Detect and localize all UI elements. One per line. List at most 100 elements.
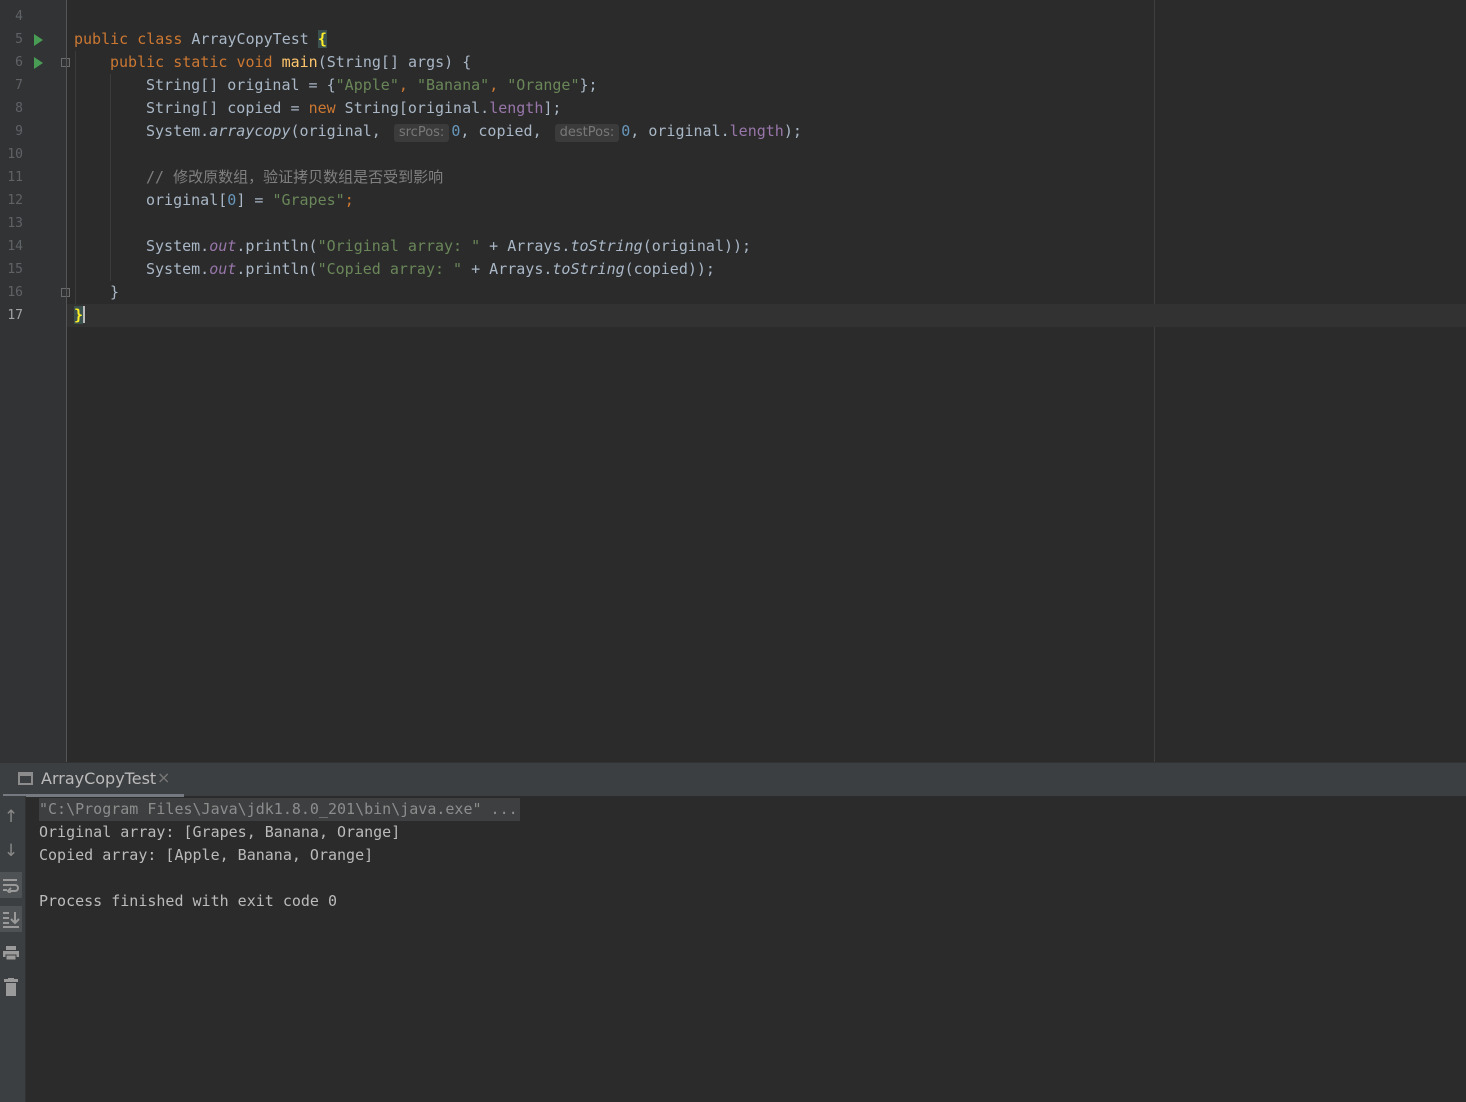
comma: , [398, 76, 417, 94]
line-number: 4 [15, 9, 23, 24]
static-method-call: arraycopy [209, 122, 291, 140]
console-line: "C:\Program Files\Java\jdk1.8.0_201\bin\… [39, 798, 520, 821]
console-window-icon [18, 772, 33, 785]
console-line: Process finished with exit code 0 [39, 892, 338, 910]
up-arrow-icon[interactable]: ↑ [0, 804, 22, 830]
string-literal: "Grapes" [272, 191, 345, 209]
number-literal: 0 [621, 122, 631, 140]
matched-brace: } [74, 306, 84, 324]
static-field: out [209, 260, 237, 278]
string-literal: "Orange" [507, 76, 580, 94]
code-line-14: System.out.println("Original array: " + … [146, 235, 751, 258]
code-text: (String[] args) { [317, 53, 472, 71]
parameter-hint: destPos: [554, 124, 620, 142]
parameter-hint: srcPos: [393, 124, 450, 142]
console-line: Copied array: [Apple, Banana, Orange] [39, 846, 374, 864]
number-literal: 0 [451, 122, 461, 140]
code-line-7: String[] original = {"Apple", "Banana", … [146, 74, 598, 97]
console-output[interactable]: "C:\Program Files\Java\jdk1.8.0_201\bin\… [39, 798, 520, 913]
code-text: String[] original = { [146, 76, 336, 94]
command-line[interactable]: "C:\Program Files\Java\jdk1.8.0_201\bin\… [39, 798, 520, 821]
code-text: , copied, [460, 122, 551, 140]
keyword: class [137, 30, 183, 48]
keyword: public [74, 30, 129, 48]
soft-wrap-icon[interactable] [0, 872, 22, 898]
trash-icon[interactable] [0, 974, 22, 1000]
field-reference: length [489, 99, 544, 117]
indent-guide [110, 74, 111, 281]
static-field: out [209, 237, 237, 255]
code-line-8: String[] copied = new String[original.le… [146, 97, 561, 120]
line-number: 10 [7, 147, 23, 162]
active-tab-indicator [3, 794, 184, 797]
line-number: 6 [15, 55, 23, 70]
code-text: ] = [236, 191, 273, 209]
current-line-highlight [67, 304, 1466, 327]
print-icon[interactable] [0, 940, 22, 966]
comma: , [489, 76, 508, 94]
scroll-to-end-icon[interactable] [0, 906, 22, 932]
code-editor[interactable]: 4 5 6 7 8 9 10 11 12 13 14 15 16 17 publ… [0, 0, 1466, 762]
down-arrow-icon[interactable]: ↓ [0, 838, 22, 864]
code-text: + Arrays. [480, 237, 571, 255]
code-text: System. [146, 260, 210, 278]
code-text: String[original. [335, 99, 490, 117]
line-number-current: 17 [7, 308, 23, 323]
code-text: .println( [236, 260, 318, 278]
line-number: 11 [7, 170, 23, 185]
close-icon[interactable]: × [157, 768, 170, 787]
code-line-17: } [74, 304, 86, 327]
code-text: original[ [146, 191, 228, 209]
code-text: ]; [543, 99, 562, 117]
run-main-icon[interactable] [34, 57, 43, 69]
static-method-call: toString [570, 237, 643, 255]
run-tab-bar: ArrayCopyTest × [0, 762, 1466, 797]
static-method-call: toString [552, 260, 625, 278]
code-text: (copied)); [624, 260, 715, 278]
run-tab-title: ArrayCopyTest [41, 769, 157, 788]
code-line-9: System.arraycopy(original, srcPos: 0, cop… [146, 120, 802, 143]
class-name: ArrayCopyTest [191, 30, 309, 48]
matched-brace: { [317, 30, 327, 48]
run-tab[interactable]: ArrayCopyTest × [0, 763, 184, 797]
line-number: 9 [15, 124, 23, 139]
code-line-6: public static void main(String[] args) { [110, 51, 471, 74]
field-reference: length [729, 122, 784, 140]
string-literal: "Banana" [416, 76, 490, 94]
text-caret [83, 306, 86, 323]
run-tool-window: ArrayCopyTest × ↑ ↓ "C:\Program Files\Ja… [0, 762, 1466, 1102]
code-text: (original, [290, 122, 390, 140]
code-text: + Arrays. [462, 260, 553, 278]
string-literal: "Apple" [335, 76, 399, 94]
code-line-11: // 修改原数组，验证拷贝数组是否受到影响 [146, 166, 443, 189]
code-line-5: public class ArrayCopyTest { [74, 28, 327, 51]
code-text: }; [579, 76, 598, 94]
keyword: public [110, 53, 165, 71]
code-text: System. [146, 237, 210, 255]
string-literal: "Copied array: " [317, 260, 463, 278]
method-declaration: main [281, 53, 318, 71]
line-number: 15 [7, 262, 23, 277]
code-line-16: } [110, 281, 119, 304]
closing-brace: } [110, 283, 120, 301]
keyword: static [173, 53, 228, 71]
line-number: 5 [15, 32, 23, 47]
console-toolbar: ↑ ↓ [0, 796, 26, 1102]
comment: // 修改原数组，验证拷贝数组是否受到影响 [146, 168, 444, 186]
code-line-15: System.out.println("Copied array: " + Ar… [146, 258, 715, 281]
code-text: ); [783, 122, 802, 140]
line-number: 12 [7, 193, 23, 208]
number-literal: 0 [227, 191, 237, 209]
indent-guide [75, 51, 76, 305]
code-text: String[] copied = [146, 99, 309, 117]
keyword: void [236, 53, 273, 71]
code-line-12: original[0] = "Grapes"; [146, 189, 354, 212]
line-number: 14 [7, 239, 23, 254]
code-text: System. [146, 122, 210, 140]
line-number: 16 [7, 285, 23, 300]
code-text: (original)); [642, 237, 752, 255]
keyword: new [308, 99, 336, 117]
run-class-icon[interactable] [34, 34, 43, 46]
line-number: 7 [15, 78, 23, 93]
